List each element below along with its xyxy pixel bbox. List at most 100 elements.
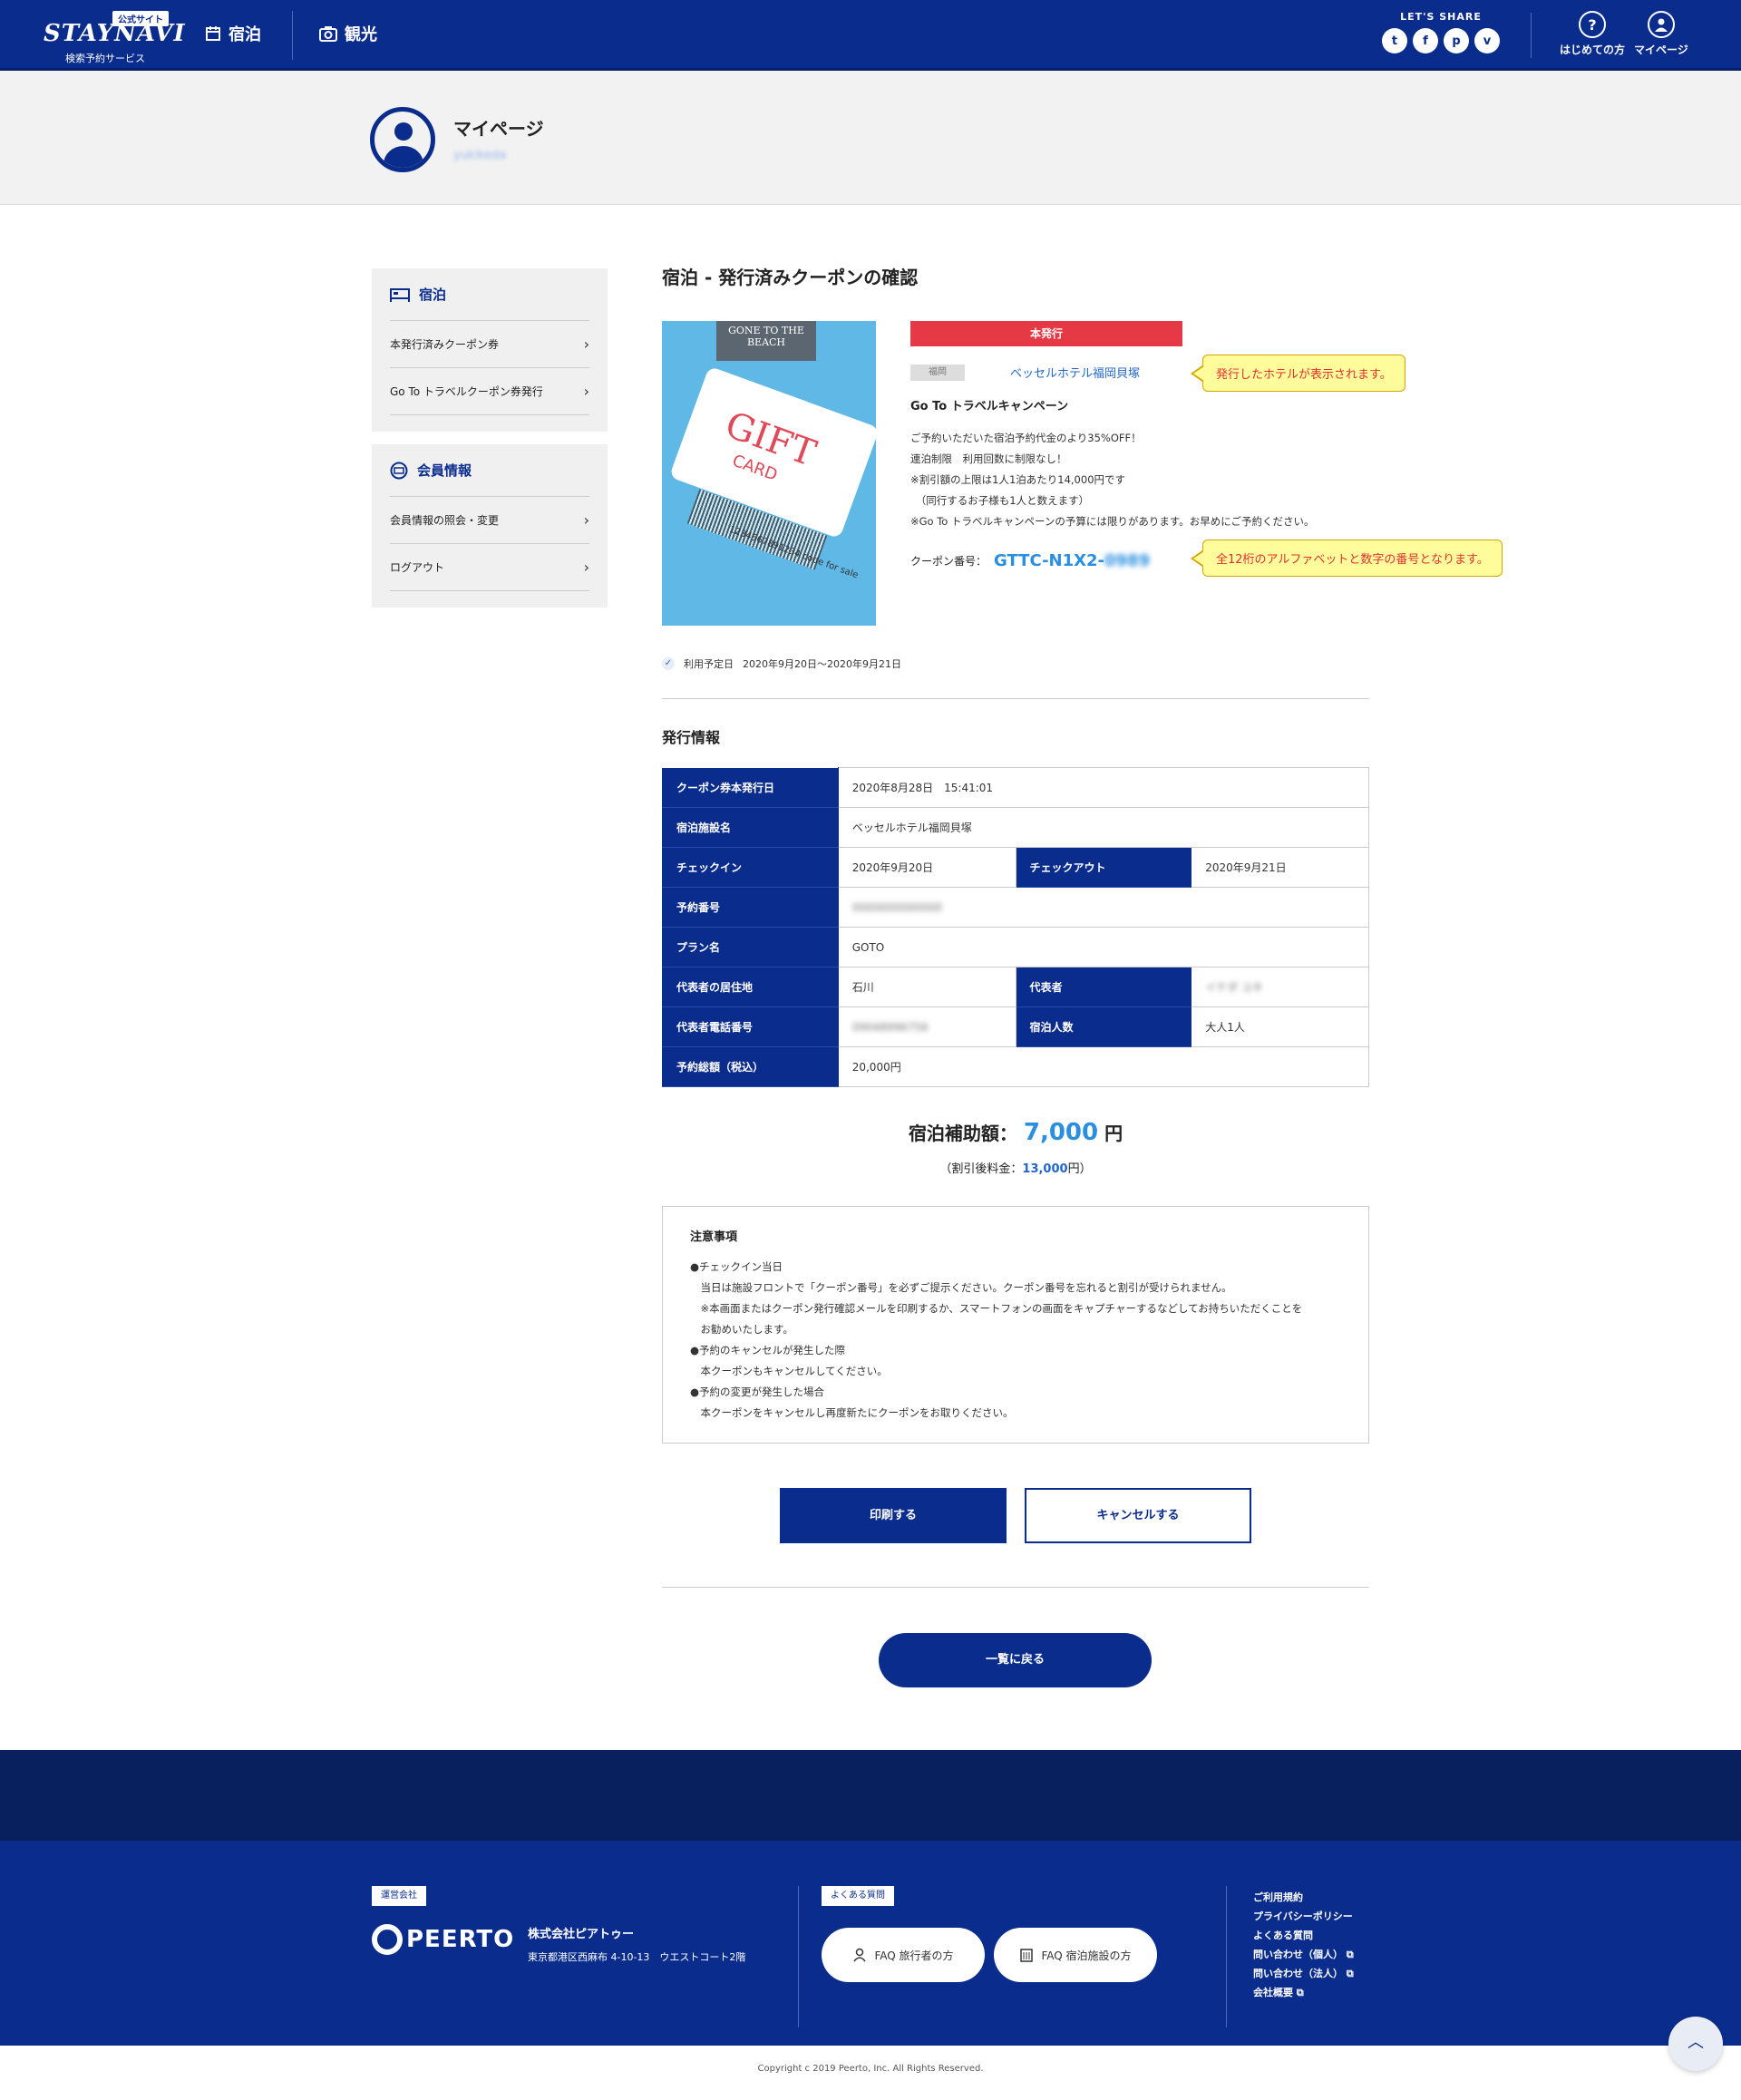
faq-facility-button[interactable]: FAQ 宿泊施設の方 — [994, 1928, 1157, 1982]
site-logo[interactable]: 公式サイト STAYNAVI 検索予約サービス — [44, 9, 185, 64]
chevron-right-icon: › — [583, 511, 589, 529]
reservation-number: 0000000000000 — [851, 900, 942, 914]
campaign-description: ご予約いただいた宿泊予約代金のより35%OFF！ 連泊制限 利用回数に制限なし！… — [910, 428, 1315, 532]
callout-coupon: 全12桁のアルファベットと数字の番号となります。 — [1191, 540, 1503, 577]
chevron-right-icon: › — [583, 335, 589, 353]
sidebar-item-issued-coupons[interactable]: 本発行済みクーポン券 › — [390, 321, 589, 368]
share-block: LET'S SHARE t f p v — [1382, 11, 1500, 53]
sidebar-item-logout[interactable]: ログアウト › — [390, 544, 589, 591]
issue-table: クーポン券本発行日 2020年8月28日 15:41:01 宿泊施設名 ベッセル… — [662, 767, 1370, 1087]
mypage-label: マイページ — [1634, 44, 1688, 56]
table-header: 宿泊人数 — [1015, 1006, 1192, 1047]
note-line: ●予約のキャンセルが発生した際 — [690, 1344, 846, 1356]
after-amount: 13,000 — [1022, 1162, 1068, 1176]
footer-link-terms[interactable]: ご利用規約 — [1253, 1888, 1354, 1907]
table-header: 代表者 — [1015, 967, 1192, 1007]
desc-line: 連泊制限 利用回数に制限なし！ — [910, 452, 1067, 465]
coupon-label: クーポン番号： — [910, 555, 987, 568]
subsidy-label: 宿泊補助額： — [908, 1123, 1017, 1144]
footer-link-contact-personal[interactable]: 問い合わせ（個人） ⧉ — [1253, 1945, 1354, 1964]
after-label: （割引後料金： — [939, 1162, 1023, 1176]
faq-traveler-button[interactable]: FAQ 旅行者の方 — [822, 1928, 985, 1982]
divider — [662, 1587, 1369, 1588]
facebook-icon[interactable]: f — [1413, 28, 1438, 53]
user-icon — [1647, 11, 1675, 38]
faq-traveler-label: FAQ 旅行者の方 — [874, 1949, 954, 1962]
table-header: 宿泊施設名 — [662, 807, 839, 848]
notes-title: 注意事項 — [690, 1230, 738, 1244]
footer-link-company[interactable]: 会社概要 ⧉ — [1253, 1983, 1354, 2002]
table-header: プラン名 — [662, 927, 839, 967]
representative-name: イケダ ユキ — [1205, 981, 1264, 994]
divider — [662, 698, 1369, 699]
table-row: 予約番号 0000000000000 — [662, 887, 1370, 928]
coupon-image: GONE TO THE BEACH GIFT CARD 123456789123… — [662, 321, 876, 626]
table-row: 宿泊施設名 ベッセルホテル福岡貝塚 — [662, 807, 1370, 848]
use-date-label: 利用予定日 — [684, 658, 734, 670]
copyright: Copyright c 2019 Peerto, Inc. All Rights… — [757, 2064, 984, 2074]
table-row: クーポン券本発行日 2020年8月28日 15:41:01 — [662, 767, 1370, 808]
user-id: yukikeda — [453, 149, 507, 162]
coupon-code-hidden: 0989 — [1104, 551, 1151, 570]
back-to-list-button[interactable]: 一覧に戻る — [879, 1633, 1152, 1687]
sidebar-item-label: 会員情報の照会・変更 — [390, 514, 500, 527]
building-icon — [1020, 1949, 1034, 1962]
footer-link-contact-corporate[interactable]: 問い合わせ（法人） ⧉ — [1253, 1964, 1354, 1983]
nav-sightseeing[interactable]: 観光 — [319, 22, 377, 45]
hotel-link[interactable]: ベッセルホテル福岡貝塚 — [1010, 364, 1140, 381]
sidebar-item-member-info[interactable]: 会員情報の照会・変更 › — [390, 497, 589, 544]
table-cell: 09048996756 — [837, 1006, 1016, 1047]
table-row: 予約総額（税込） 20,000円 — [662, 1046, 1370, 1087]
calendar-icon — [206, 26, 220, 41]
desc-line: ※割引額の上限は1人1泊あたり14,000円です — [910, 473, 1126, 486]
pinterest-icon[interactable]: p — [1444, 28, 1469, 53]
use-date-value: 2020年9月20日～2020年9月21日 — [743, 658, 901, 670]
company-address: 東京都港区西麻布 4-10-13 ウエストコート2階 — [528, 1951, 746, 1963]
table-header: 代表者の居住地 — [662, 967, 839, 1007]
table-cell: イケダ ユキ — [1191, 967, 1369, 1007]
table-row: チェックイン 2020年9月20日 チェックアウト 2020年9月21日 — [662, 847, 1369, 888]
external-link-icon: ⧉ — [1346, 1949, 1354, 1960]
pocket-icon[interactable]: v — [1474, 28, 1500, 53]
footer-divider — [798, 1886, 799, 2027]
coupon-number: クーポン番号： GTTC-N1X2-0989 — [910, 551, 1150, 570]
note-line: 本クーポンをキャンセルし再度新たにクーポンをお取りください。 — [690, 1406, 1014, 1419]
scroll-to-top-button[interactable]: ︿ — [1668, 2017, 1723, 2071]
footer-link-privacy[interactable]: プライバシーポリシー — [1253, 1907, 1354, 1926]
page-title: マイページ — [453, 118, 544, 140]
camera-icon — [319, 26, 337, 42]
nav-divider — [292, 11, 293, 60]
sidebar-group-stay: 宿泊 本発行済みクーポン券 › Go To トラベルクーポン券発行 › — [372, 268, 608, 432]
operator-tag: 運営会社 — [372, 1886, 426, 1906]
callout-hotel: 発行したホテルが表示されます。 — [1191, 355, 1405, 392]
help-label: はじめての方 — [1560, 44, 1626, 56]
footer-link-faq[interactable]: よくある質問 — [1253, 1926, 1354, 1945]
print-button[interactable]: 印刷する — [780, 1488, 1007, 1543]
table-header: クーポン券本発行日 — [662, 767, 839, 808]
status-badge: 本発行 — [910, 321, 1182, 346]
sidebar-heading-member: 会員情報 — [390, 444, 589, 497]
table-cell: 2020年8月28日 15:41:01 — [837, 767, 1370, 808]
mypage-banner: マイページ yukikeda — [0, 71, 1741, 205]
subsidy-unit: 円 — [1104, 1123, 1123, 1144]
twitter-icon[interactable]: t — [1382, 28, 1407, 53]
sidebar-item-goto-issue[interactable]: Go To トラベルクーポン券発行 › — [390, 368, 589, 415]
nav-stay[interactable]: 宿泊 — [205, 22, 261, 45]
cancel-button[interactable]: キャンセルする — [1025, 1488, 1251, 1543]
chevron-up-icon: ︿ — [1688, 2033, 1704, 2052]
peerto-logo-text: PEERTO — [406, 1926, 515, 1953]
help-link[interactable]: ? はじめての方 — [1560, 11, 1625, 57]
site-footer: 運営会社 PEERTO 株式会社ピアトゥー 東京都港区西麻布 4-10-13 ウ… — [0, 1841, 1741, 2046]
mypage-link[interactable]: マイページ — [1634, 11, 1688, 57]
table-header: 代表者電話番号 — [662, 1006, 839, 1047]
avatar-icon — [370, 107, 435, 172]
sidebar-item-label: 本発行済みクーポン券 — [390, 338, 500, 351]
table-header: チェックイン — [662, 847, 839, 888]
coupon-code: GTTC-N1X2- — [994, 551, 1104, 570]
person-icon — [853, 1948, 867, 1962]
subsidy-value: 7,000 — [1023, 1119, 1099, 1146]
notes-box: 注意事項 ●チェックイン当日 当日は施設フロントで「クーポン番号」を必ずご提示く… — [662, 1206, 1369, 1444]
table-header: チェックアウト — [1015, 847, 1192, 888]
campaign-name: Go To トラベルキャンペーン — [910, 400, 1069, 413]
peerto-logo[interactable]: PEERTO — [372, 1924, 514, 1955]
